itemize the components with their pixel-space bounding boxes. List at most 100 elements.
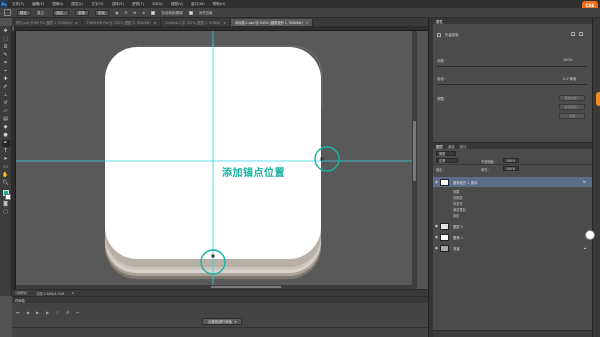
- gradient-tool-icon[interactable]: ▤: [2, 116, 10, 123]
- layer-row[interactable]: ◉ 背景 🔒︎: [433, 243, 592, 253]
- effect-row[interactable]: 投影: [433, 212, 592, 218]
- history-brush-tool-icon[interactable]: ↺: [2, 100, 10, 107]
- timeline-header[interactable]: 时间轴: [12, 297, 428, 303]
- menu-file[interactable]: 文件(F): [8, 2, 28, 7]
- color-range-button[interactable]: 颜色范围...: [559, 104, 585, 110]
- add-pixel-mask-icon[interactable]: [571, 32, 575, 36]
- layer-row[interactable]: ◉ 图层 1: [433, 221, 592, 231]
- menu-select[interactable]: 选择(S): [108, 2, 128, 7]
- document-tab[interactable]: TIMISHEN.Psd @ 100% (图层 1, RGB/8#) ×: [83, 19, 162, 26]
- audio-icon[interactable]: ♪: [56, 311, 61, 315]
- menu-image[interactable]: 图像(I): [48, 2, 67, 7]
- layer-row[interactable]: ◉ 圆角矩形 1 副本 fx: [433, 177, 592, 187]
- document-tab[interactable]: 现代.psd @ 66.7% (图层 1, RGB/8#) ×: [12, 19, 83, 26]
- path-align-icon[interactable]: ☰: [124, 11, 127, 15]
- scroll-thumb[interactable]: [413, 121, 416, 181]
- feather-slider[interactable]: [437, 84, 587, 85]
- menu-layer[interactable]: 图层(L): [67, 2, 87, 7]
- menu-filter[interactable]: 滤镜(T): [128, 2, 148, 7]
- canvas-vertical-scrollbar[interactable]: [412, 31, 417, 289]
- tab-layers[interactable]: 图层: [436, 144, 443, 149]
- side-tab-icon[interactable]: [596, 92, 600, 106]
- document-tab[interactable]: Untitled-1 @ 100% (图层 1, RGB/8) ×: [161, 19, 231, 26]
- opacity-input[interactable]: 100%: [503, 158, 519, 163]
- path-ops-icon[interactable]: ▣: [115, 11, 118, 15]
- mask-edge-button[interactable]: 蒙版边缘...: [559, 95, 585, 101]
- density-value[interactable]: 100%: [563, 58, 573, 62]
- eraser-tool-icon[interactable]: ▱: [2, 108, 10, 115]
- settings-icon[interactable]: ⚙: [66, 311, 71, 315]
- close-icon[interactable]: ×: [75, 21, 78, 25]
- chevron-right-icon[interactable]: ▸: [72, 291, 74, 295]
- create-video-timeline-button[interactable]: 创建视频时间轴 ▾: [202, 318, 243, 325]
- first-frame-icon[interactable]: ⏮: [16, 311, 21, 315]
- path-select-tool-icon[interactable]: ➤: [2, 156, 10, 163]
- add-vector-mask-icon[interactable]: [579, 32, 583, 36]
- type-tool-icon[interactable]: T: [2, 148, 10, 155]
- hand-tool-icon[interactable]: ✋: [2, 172, 10, 179]
- feather-value[interactable]: 0.0 像素: [563, 76, 576, 81]
- screen-mode-icon[interactable]: ▢: [2, 209, 10, 216]
- next-frame-icon[interactable]: ▶: [46, 311, 51, 315]
- background-color-swatch[interactable]: [4, 194, 11, 200]
- document-info[interactable]: 文档:2.86M/4.34M: [36, 291, 64, 296]
- close-icon[interactable]: ×: [306, 21, 309, 25]
- make-selection-button[interactable]: 选区...: [53, 9, 70, 16]
- stamp-tool-icon[interactable]: ⊥: [2, 92, 10, 99]
- shape-tool-icon[interactable]: ▭: [2, 164, 10, 171]
- layer-filter-select[interactable]: 类型: [436, 151, 456, 156]
- chat-bubble-icon[interactable]: [585, 230, 595, 240]
- quick-mask-icon[interactable]: ◙: [2, 201, 10, 208]
- play-icon[interactable]: ▶: [36, 311, 41, 315]
- eye-icon[interactable]: ◉: [433, 224, 440, 228]
- eyedropper-tool-icon[interactable]: ⌁: [2, 68, 10, 75]
- menu-3d[interactable]: 3D(D): [148, 2, 167, 6]
- make-shape-button[interactable]: 形状: [95, 9, 110, 16]
- collapsed-panels-strip[interactable]: [592, 18, 600, 337]
- document-canvas[interactable]: [16, 31, 412, 289]
- prev-frame-icon[interactable]: ◀: [26, 311, 31, 315]
- eye-icon[interactable]: ◉: [433, 235, 440, 239]
- marquee-tool-icon[interactable]: ⬚: [2, 36, 10, 43]
- options-bar: 路径 建立： 选区... 蒙版 形状 ▣ ☰ ⊞ ⚙ 自动添加/删除 对齐边缘: [0, 8, 600, 18]
- pen-tool-icon[interactable]: [4, 9, 11, 16]
- path-arrange-icon[interactable]: ⊞: [133, 11, 136, 15]
- document-tab-active[interactable]: 未标题-1.psd @ 200% (圆角矩形 1, RGB/8#) ×: [230, 19, 314, 26]
- healing-tool-icon[interactable]: ✚: [2, 76, 10, 83]
- eye-icon[interactable]: ◉: [433, 180, 440, 184]
- quick-select-tool-icon[interactable]: ✎: [2, 52, 10, 59]
- blend-mode-select[interactable]: 正常: [436, 158, 458, 163]
- fill-input[interactable]: 100%: [503, 166, 519, 171]
- make-mask-button[interactable]: 蒙版: [75, 9, 90, 16]
- fx-icon[interactable]: fx: [583, 180, 586, 184]
- auto-add-delete-checkbox[interactable]: [151, 10, 156, 15]
- blur-tool-icon[interactable]: ◆: [2, 124, 10, 131]
- gear-icon[interactable]: ⚙: [142, 11, 145, 15]
- pixel-mask-icon[interactable]: [437, 32, 441, 37]
- dodge-tool-icon[interactable]: ●: [2, 132, 10, 139]
- zoom-level[interactable]: 200%: [15, 291, 29, 295]
- menu-view[interactable]: 视图(V): [167, 2, 187, 7]
- lasso-tool-icon[interactable]: ᘐ: [2, 44, 10, 51]
- brush-tool-icon[interactable]: ✐: [2, 84, 10, 91]
- pen-tool-icon[interactable]: ✒: [1, 140, 10, 147]
- move-tool-icon[interactable]: ✥: [2, 28, 10, 35]
- close-icon[interactable]: ×: [154, 21, 157, 25]
- cut-icon[interactable]: ✂: [76, 311, 81, 315]
- menu-window[interactable]: 窗口(W): [187, 2, 209, 7]
- tool-mode-select[interactable]: 路径: [17, 9, 31, 16]
- scroll-thumb[interactable]: [211, 286, 281, 288]
- align-edges-checkbox[interactable]: [188, 10, 193, 15]
- eye-icon[interactable]: ◉: [433, 246, 440, 250]
- close-icon[interactable]: ×: [223, 21, 226, 25]
- invert-button[interactable]: 反相: [559, 113, 585, 119]
- layer-row[interactable]: ◉ 圆角 1: [433, 232, 592, 242]
- density-slider[interactable]: [437, 66, 587, 67]
- tab-channels[interactable]: 通道: [448, 144, 455, 149]
- menu-type[interactable]: 文字(Y): [87, 2, 107, 7]
- crop-tool-icon[interactable]: ⌗: [2, 60, 10, 67]
- menu-edit[interactable]: 编辑(E): [28, 2, 48, 7]
- tab-paths[interactable]: 路径: [460, 144, 467, 149]
- menu-help[interactable]: 帮助(H): [209, 2, 230, 7]
- zoom-tool-icon[interactable]: 🔍︎: [2, 180, 10, 187]
